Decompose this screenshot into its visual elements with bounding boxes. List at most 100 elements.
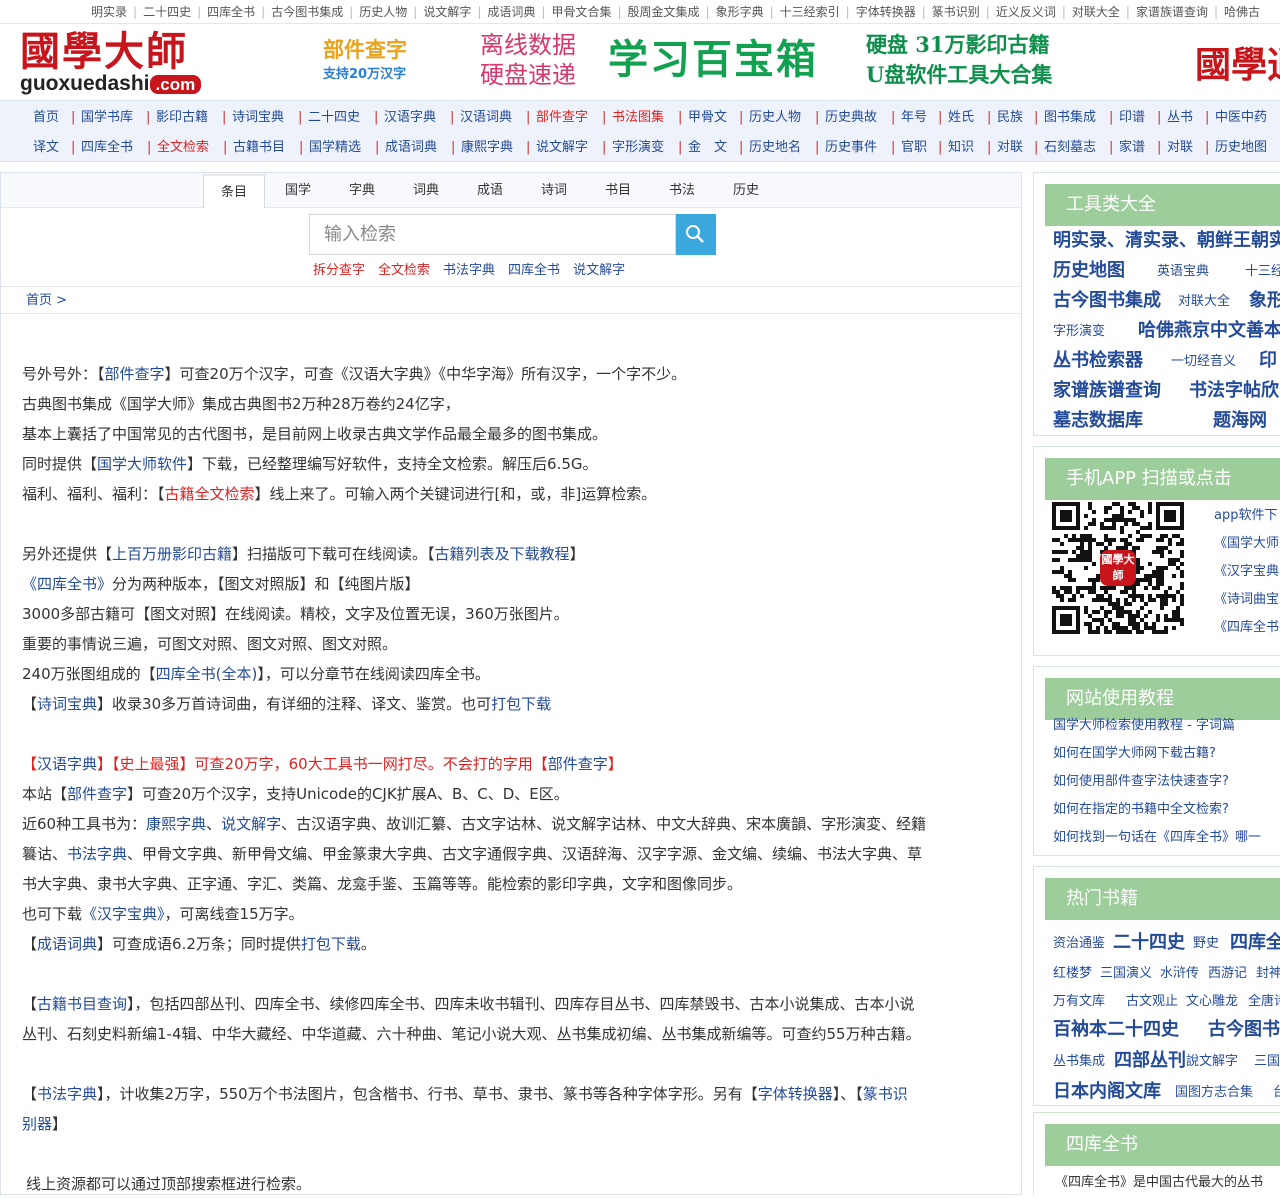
hot-book-link[interactable]: 封神 [1256, 962, 1280, 981]
tool-link[interactable]: 字形演变 [1053, 320, 1105, 339]
link-software[interactable]: 国学大师软件 [97, 455, 187, 473]
link-kangxi[interactable]: 康熙字典 [146, 815, 206, 833]
link-fulltext-search[interactable]: 古籍全文检索 [165, 485, 255, 503]
nav-link[interactable]: 对联 [1167, 134, 1193, 162]
hot-book-link[interactable]: 古文观止 [1126, 990, 1178, 1009]
nav-link[interactable]: 成语词典 [385, 134, 437, 162]
nav-link[interactable]: 康熙字典 [461, 134, 513, 162]
link-siku-full[interactable]: 四库全书(全本) [156, 665, 258, 683]
nav-link[interactable]: 中医中药 [1215, 104, 1267, 132]
app-link[interactable]: 《汉字宝典 [1214, 558, 1279, 586]
nav-link[interactable]: 二十四史 [308, 104, 360, 132]
qr-code[interactable]: 國學大師 [1052, 502, 1184, 634]
nav-link[interactable]: 书法图集 [612, 104, 664, 132]
link-hanyu-zidian[interactable]: 汉语字典 [37, 755, 97, 773]
tool-link[interactable]: 题海网 [1213, 406, 1267, 432]
top-link[interactable]: 篆书识别 [932, 5, 980, 19]
search-input[interactable]: 输入检索 [309, 214, 676, 255]
nav-link[interactable]: 历史地名 [749, 134, 801, 162]
hot-book-link[interactable]: 三国演义 [1100, 962, 1152, 981]
nav-link[interactable]: 金 文 [688, 134, 727, 162]
tool-link[interactable]: 古今图书集成 [1053, 286, 1161, 312]
tool-link[interactable]: 对联大全 [1178, 290, 1230, 309]
nav-link[interactable]: 首页 [33, 104, 59, 132]
search-button[interactable] [676, 214, 716, 255]
site-logo[interactable]: 國學大師 guoxuedashi .com [20, 30, 245, 98]
link-idiom-dict[interactable]: 成语词典 [37, 935, 97, 953]
nav-link[interactable]: 汉语词典 [460, 104, 512, 132]
hot-book-link[interactable]: 三国 [1254, 1050, 1280, 1069]
tab-6[interactable]: 书目 [587, 174, 649, 208]
tab-3[interactable]: 词典 [395, 174, 457, 208]
hot-book-link[interactable]: 四库全 [1230, 928, 1280, 954]
ad-treasure-box[interactable]: 学习百宝箱 [608, 32, 818, 88]
hot-book-link[interactable]: 四部丛刊 [1114, 1046, 1186, 1072]
nav-link[interactable]: 印谱 [1119, 104, 1145, 132]
hot-book-link[interactable]: 丛书集成 [1053, 1050, 1105, 1069]
guide-link[interactable]: 如何找到一句话在《四库全书》哪一 [1053, 824, 1261, 852]
top-link[interactable]: 成语词典 [487, 5, 535, 19]
nav-link[interactable]: 诗词宝典 [232, 104, 284, 132]
tool-link[interactable]: 家谱族谱查询 [1053, 376, 1161, 402]
top-link[interactable]: 对联大全 [1072, 5, 1120, 19]
quick-link[interactable]: 拆分查字 [313, 263, 365, 278]
link-hanzi-baodian[interactable]: 《汉字宝典》 [82, 905, 165, 923]
link-calligraphy-dict[interactable]: 书法字典 [37, 1085, 97, 1103]
ad-logo-right[interactable]: 國學逍 [1195, 36, 1280, 88]
top-link[interactable]: 象形字典 [716, 5, 764, 19]
nav-link[interactable]: 对联 [997, 134, 1023, 162]
top-link[interactable]: 说文解字 [423, 5, 471, 19]
tool-link[interactable]: 明实录、清实录、朝鲜王朝实 [1053, 226, 1280, 252]
tool-link[interactable]: 书法字帖欣 [1189, 376, 1279, 402]
tool-link[interactable]: 十三经 [1245, 260, 1280, 279]
hot-book-link[interactable]: 资治通鉴 [1053, 932, 1105, 951]
app-link[interactable]: 《四库全书 [1214, 614, 1279, 642]
hot-book-link[interactable]: 全唐诗 [1248, 990, 1280, 1009]
nav-link[interactable]: 知识 [948, 134, 974, 162]
tab-2[interactable]: 字典 [331, 174, 393, 208]
tool-link[interactable]: 历史地图 [1053, 256, 1125, 282]
tool-link[interactable]: 英语宝典 [1157, 260, 1209, 279]
nav-link[interactable]: 影印古籍 [156, 104, 208, 132]
nav-link[interactable]: 官职 [901, 134, 927, 162]
tab-7[interactable]: 书法 [651, 174, 713, 208]
link-component-search-3[interactable]: 部件查字 [67, 785, 127, 803]
tab-1[interactable]: 国学 [267, 174, 329, 208]
link-calligraphy[interactable]: 书法字典 [67, 845, 127, 863]
link-scanned-books[interactable]: 上百万册影印古籍 [112, 545, 232, 563]
link-component-search[interactable]: 部件查字 [105, 365, 165, 383]
link-seal-recognition[interactable]: 篆书识 [863, 1085, 908, 1103]
nav-link[interactable]: 部件查字 [536, 104, 588, 132]
hot-book-link[interactable]: 红楼梦 [1053, 962, 1092, 981]
hot-book-link[interactable]: 万有文库 [1053, 990, 1105, 1009]
quick-link[interactable]: 全文检索 [378, 263, 430, 278]
link-component-search-2[interactable]: 部件查字 [548, 755, 608, 773]
nav-link[interactable]: 丛书 [1167, 104, 1193, 132]
hot-book-link[interactable]: 二十四史 [1113, 928, 1185, 954]
nav-link[interactable]: 字形演变 [612, 134, 664, 162]
nav-link[interactable]: 历史事件 [825, 134, 877, 162]
tab-5[interactable]: 诗词 [523, 174, 585, 208]
nav-link[interactable]: 国学精选 [309, 134, 361, 162]
link-siku[interactable]: 《四库全书》 [22, 575, 112, 593]
hot-book-link[interactable]: 百衲本二十四史 [1053, 1015, 1179, 1041]
tool-link[interactable]: 象形 [1249, 286, 1280, 312]
app-link[interactable]: 《诗词曲宝 [1214, 586, 1279, 614]
nav-link[interactable]: 甲骨文 [688, 104, 727, 132]
app-link[interactable]: app软件下 [1214, 502, 1279, 530]
tool-link[interactable]: 一切经音义 [1171, 350, 1236, 369]
top-link[interactable]: 近义反义词 [996, 5, 1056, 19]
tool-link[interactable]: 墓志数据库 [1053, 406, 1143, 432]
tab-8[interactable]: 历史 [715, 174, 777, 208]
top-link[interactable]: 字体转换器 [856, 5, 916, 19]
nav-link[interactable]: 家谱 [1119, 134, 1145, 162]
hot-book-link[interactable]: 野史 [1193, 932, 1219, 951]
top-link[interactable]: 明实录 [91, 5, 127, 19]
app-link[interactable]: 《国学大师 [1214, 530, 1279, 558]
top-link[interactable]: 家谱族谱查询 [1136, 5, 1208, 19]
link-book-catalog[interactable]: 古籍书目查询 [37, 995, 127, 1013]
top-link[interactable]: 二十四史 [143, 5, 191, 19]
hot-book-link[interactable]: 西游记 [1208, 962, 1247, 981]
hot-book-link[interactable]: 水浒传 [1160, 962, 1199, 981]
quick-link[interactable]: 说文解字 [573, 263, 625, 278]
